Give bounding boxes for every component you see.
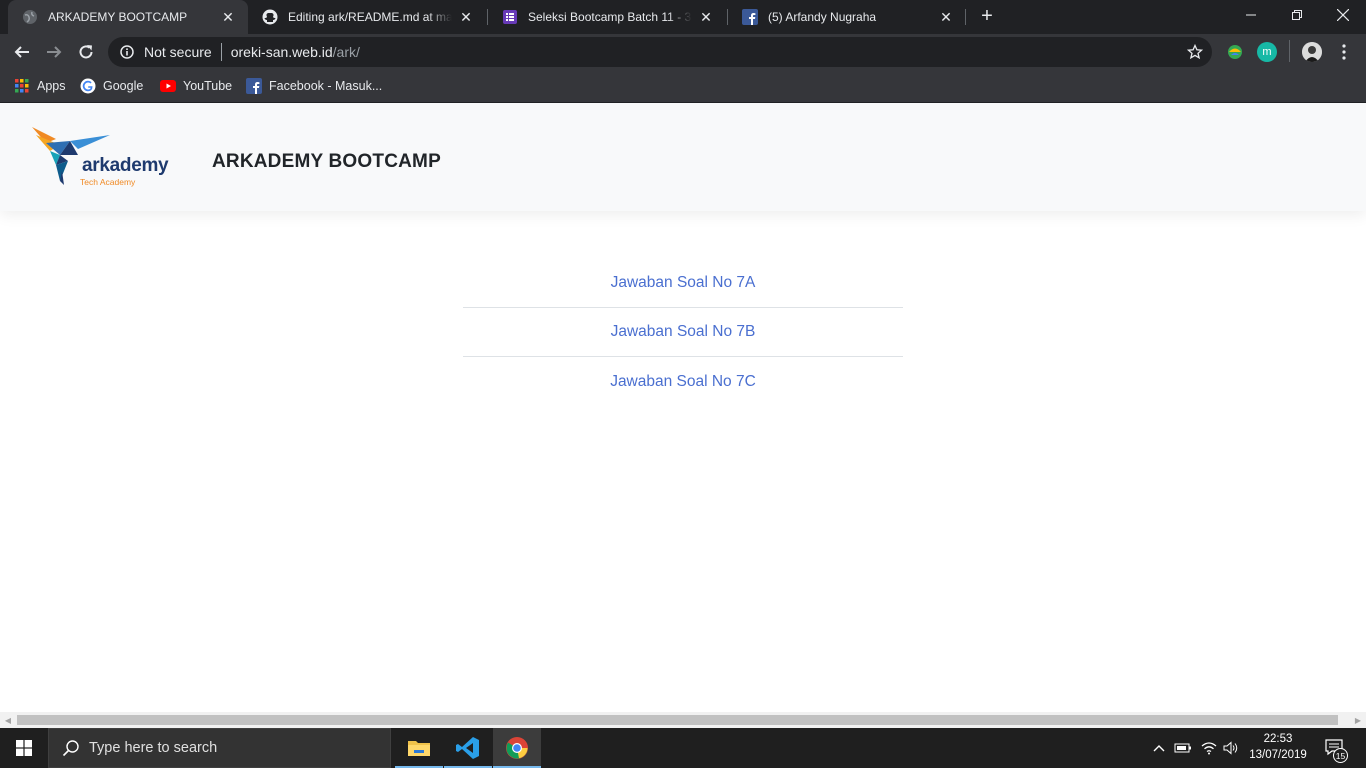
facebook-icon bbox=[246, 78, 262, 94]
toolbar-divider bbox=[1289, 40, 1290, 62]
tab-separator bbox=[965, 9, 966, 25]
vscode-icon bbox=[456, 737, 479, 759]
youtube-icon bbox=[160, 78, 176, 94]
bookmark-label: Facebook - Masuk... bbox=[269, 79, 383, 93]
logo-tagline: Tech Academy bbox=[80, 177, 136, 187]
bookmarks-bar: Apps Google YouTube Facebook - Masuk... bbox=[0, 70, 1366, 103]
tab-title: (5) Arfandy Nugraha bbox=[768, 10, 877, 24]
facebook-icon bbox=[742, 9, 758, 25]
close-tab-icon[interactable]: ✕ bbox=[938, 9, 954, 25]
address-bar[interactable]: Not secure oreki-san.web.id /ark/ bbox=[108, 37, 1212, 67]
bookmark-label: Apps bbox=[37, 79, 66, 93]
restore-window-button[interactable] bbox=[1274, 0, 1320, 30]
bookmark-star-icon[interactable] bbox=[1186, 43, 1204, 61]
minimize-window-button[interactable] bbox=[1228, 0, 1274, 30]
url-host: oreki-san.web.id bbox=[230, 44, 333, 60]
list-item: Jawaban Soal No 7A bbox=[463, 259, 903, 308]
extension-colorful-icon[interactable] bbox=[1225, 42, 1245, 62]
tab-facebook-profile[interactable]: (5) Arfandy Nugraha ✕ bbox=[728, 0, 966, 34]
browser-tab-strip: ARKADEMY BOOTCAMP ✕ Editing ark/README.m… bbox=[0, 0, 1366, 34]
extension-m-icon[interactable]: m bbox=[1257, 42, 1277, 62]
action-center-button[interactable]: 15 bbox=[1322, 728, 1348, 768]
logo-wordmark: arkademy bbox=[82, 155, 169, 176]
bookmark-google[interactable]: Google bbox=[80, 76, 143, 96]
list-item: Jawaban Soal No 7B bbox=[463, 308, 903, 357]
scrollbar-thumb[interactable] bbox=[17, 715, 1338, 725]
answer-link-7c[interactable]: Jawaban Soal No 7C bbox=[610, 373, 756, 391]
scroll-right-icon[interactable]: ▶ bbox=[1350, 712, 1366, 728]
bookmark-apps[interactable]: Apps bbox=[14, 76, 66, 96]
horizontal-scrollbar[interactable]: ◀ ▶ bbox=[0, 712, 1366, 728]
browser-toolbar: Not secure oreki-san.web.id /ark/ m bbox=[0, 34, 1366, 70]
tab-title: Seleksi Bootcamp Batch 11 - 3 Ar bbox=[528, 10, 692, 24]
url-path: /ark/ bbox=[332, 44, 360, 60]
wifi-icon[interactable] bbox=[1198, 728, 1220, 768]
answer-link-7b[interactable]: Jawaban Soal No 7B bbox=[611, 323, 756, 341]
omnibox-divider bbox=[220, 43, 222, 61]
profile-avatar[interactable] bbox=[1302, 42, 1322, 62]
forward-button[interactable] bbox=[40, 38, 68, 66]
close-tab-icon[interactable]: ✕ bbox=[698, 9, 714, 25]
search-icon bbox=[61, 738, 81, 758]
start-button[interactable] bbox=[0, 728, 48, 768]
show-hidden-icons-chevron-icon[interactable] bbox=[1150, 728, 1168, 768]
new-tab-button[interactable]: + bbox=[976, 6, 998, 28]
security-status[interactable]: Not secure bbox=[144, 44, 212, 60]
bookmark-facebook[interactable]: Facebook - Masuk... bbox=[246, 76, 382, 96]
taskbar-search-box[interactable]: Type here to search bbox=[48, 728, 391, 768]
tab-title: Editing ark/README.md at master bbox=[288, 10, 452, 24]
windows-taskbar: Type here to search 22:53 13/07/2019 15 bbox=[0, 728, 1366, 768]
reload-icon bbox=[79, 45, 93, 59]
scroll-left-icon[interactable]: ◀ bbox=[0, 712, 16, 728]
list-item: Jawaban Soal No 7C bbox=[463, 357, 903, 406]
taskbar-file-explorer[interactable] bbox=[395, 728, 443, 768]
info-icon[interactable] bbox=[118, 43, 136, 61]
battery-icon[interactable] bbox=[1172, 728, 1194, 768]
google-forms-icon bbox=[502, 9, 518, 25]
taskbar-chrome[interactable] bbox=[493, 728, 541, 768]
forward-arrow-icon bbox=[47, 46, 62, 58]
chrome-menu-icon[interactable] bbox=[1330, 38, 1358, 66]
clock-time: 22:53 bbox=[1263, 733, 1293, 745]
answer-link-7a[interactable]: Jawaban Soal No 7A bbox=[611, 274, 756, 292]
close-window-button[interactable] bbox=[1320, 0, 1366, 30]
notification-count-badge: 15 bbox=[1333, 748, 1348, 763]
site-navbar: arkademy Tech Academy ARKADEMY BOOTCAMP bbox=[0, 103, 1366, 211]
bookmark-label: Google bbox=[103, 79, 144, 93]
chrome-icon bbox=[506, 737, 528, 759]
arkademy-logo[interactable]: arkademy Tech Academy bbox=[30, 125, 175, 189]
tab-arkademy-bootcamp[interactable]: ARKADEMY BOOTCAMP ✕ bbox=[8, 0, 248, 34]
site-title[interactable]: ARKADEMY BOOTCAMP bbox=[212, 151, 441, 173]
search-placeholder: Type here to search bbox=[89, 740, 218, 756]
globe-icon bbox=[22, 9, 38, 25]
system-clock[interactable]: 22:53 13/07/2019 bbox=[1240, 731, 1316, 763]
clock-date: 13/07/2019 bbox=[1249, 749, 1307, 761]
google-icon bbox=[80, 78, 96, 94]
answer-link-list: Jawaban Soal No 7A Jawaban Soal No 7B Ja… bbox=[463, 259, 903, 406]
github-icon bbox=[262, 9, 278, 25]
reload-button[interactable] bbox=[72, 38, 100, 66]
tab-google-form[interactable]: Seleksi Bootcamp Batch 11 - 3 Ar ✕ bbox=[488, 0, 726, 34]
windows-logo-icon bbox=[16, 740, 32, 756]
taskbar-vscode[interactable] bbox=[444, 728, 492, 768]
close-tab-icon[interactable]: ✕ bbox=[220, 9, 236, 25]
tab-github-readme[interactable]: Editing ark/README.md at master ✕ bbox=[248, 0, 486, 34]
back-arrow-icon bbox=[14, 46, 29, 58]
bookmark-label: YouTube bbox=[183, 79, 233, 93]
back-button[interactable] bbox=[8, 38, 36, 66]
volume-icon[interactable] bbox=[1220, 728, 1242, 768]
bookmark-youtube[interactable]: YouTube bbox=[160, 76, 232, 96]
apps-grid-icon bbox=[14, 78, 30, 94]
tab-title: ARKADEMY BOOTCAMP bbox=[48, 10, 188, 24]
web-page: arkademy Tech Academy ARKADEMY BOOTCAMP … bbox=[0, 103, 1366, 712]
file-explorer-icon bbox=[408, 741, 430, 756]
close-tab-icon[interactable]: ✕ bbox=[458, 9, 474, 25]
